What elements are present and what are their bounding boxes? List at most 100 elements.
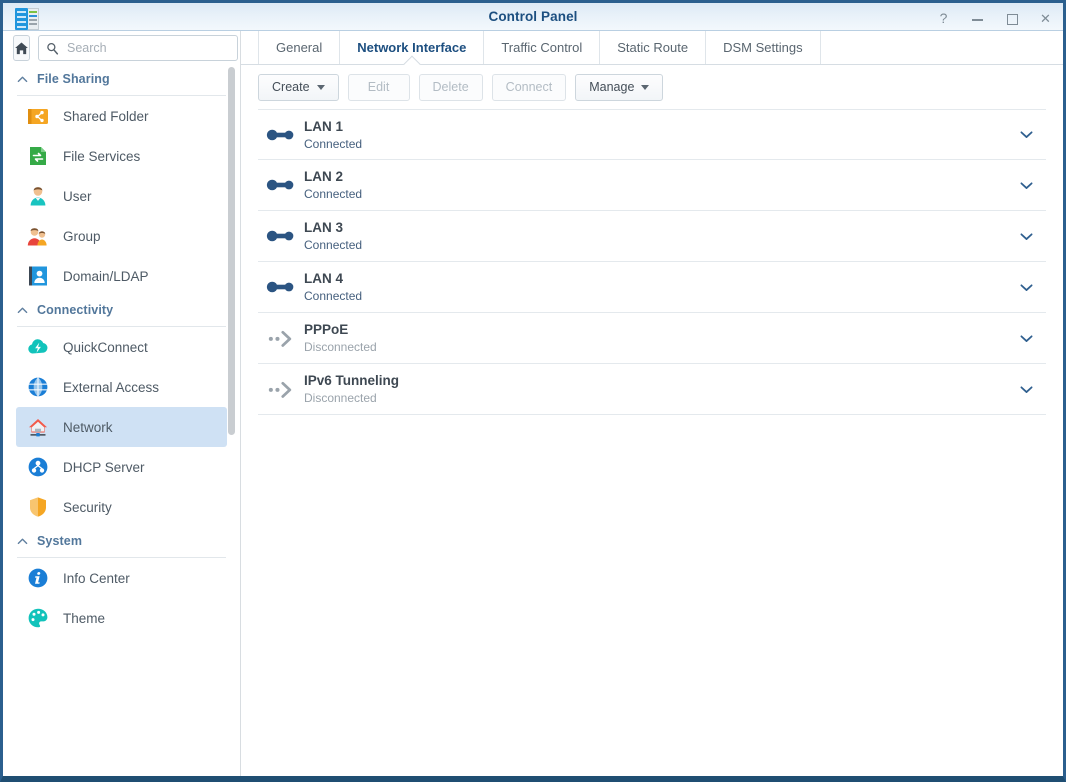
quickconnect-icon	[26, 335, 50, 359]
maximize-button[interactable]	[1004, 11, 1019, 26]
table-row[interactable]: PPPoE Disconnected	[258, 313, 1046, 364]
tab-traffic-control[interactable]: Traffic Control	[483, 31, 599, 64]
tab-bar: General Network Interface Traffic Control S…	[241, 31, 1063, 65]
close-button[interactable]	[1038, 11, 1053, 26]
window-controls	[936, 3, 1053, 34]
search-box[interactable]	[38, 35, 238, 61]
link-connected-icon	[258, 227, 304, 245]
shared-folder-icon	[26, 104, 50, 128]
sidebar-item-shared-folder[interactable]: Shared Folder	[16, 96, 227, 136]
minimize-button[interactable]	[970, 11, 985, 26]
sidebar-item-theme[interactable]: Theme	[16, 598, 227, 638]
sidebar-item-label: DHCP Server	[63, 459, 145, 475]
table-row[interactable]: LAN 2 Connected	[258, 160, 1046, 211]
sidebar-item-quickconnect[interactable]: QuickConnect	[16, 327, 227, 367]
sidebar-item-label: Security	[63, 499, 112, 515]
help-button[interactable]	[936, 11, 951, 26]
tab-dsm-settings[interactable]: DSM Settings	[705, 31, 821, 64]
interface-status: Disconnected	[304, 391, 377, 405]
expand-row-button[interactable]	[1006, 279, 1046, 296]
chevron-down-icon	[1020, 283, 1032, 291]
info-center-icon	[26, 566, 50, 590]
external-access-icon	[26, 375, 50, 399]
interface-status: Disconnected	[304, 340, 377, 354]
network-icon	[26, 415, 50, 439]
sidebar-item-label: Group	[63, 228, 101, 244]
search-input[interactable]	[65, 40, 230, 56]
title-bar: Control Panel	[3, 0, 1063, 34]
sidebar-item-external-access[interactable]: External Access	[16, 367, 227, 407]
manage-button[interactable]: Manage	[575, 73, 664, 101]
main-content: General Network Interface Traffic Control S…	[241, 31, 1063, 776]
sidebar-item-label: Domain/LDAP	[63, 268, 149, 284]
interface-info: LAN 1 Connected	[304, 119, 1006, 151]
interface-status: Connected	[304, 187, 363, 201]
chevron-down-icon	[1020, 334, 1032, 342]
security-icon	[26, 495, 50, 519]
sidebar-item-label: External Access	[63, 379, 160, 395]
sidebar-item-domain-ldap[interactable]: Domain/LDAP	[16, 256, 227, 296]
sidebar-item-label: Network	[63, 419, 113, 435]
chevron-up-icon	[17, 307, 28, 313]
link-connected-icon	[258, 278, 304, 296]
tab-label: Traffic Control	[501, 40, 583, 55]
button-label: Delete	[432, 80, 469, 94]
sidebar-section-connectivity[interactable]: Connectivity	[3, 296, 240, 324]
window-title: Control Panel	[488, 9, 578, 24]
sidebar-item-file-services[interactable]: File Services	[16, 136, 227, 176]
link-connected-icon	[258, 126, 304, 144]
expand-row-button[interactable]	[1006, 330, 1046, 347]
sidebar-item-label: Theme	[63, 610, 106, 626]
create-button[interactable]: Create	[258, 73, 339, 101]
button-label: Edit	[367, 80, 390, 94]
tab-static-route[interactable]: Static Route	[599, 31, 705, 64]
home-button[interactable]	[13, 35, 30, 61]
expand-row-button[interactable]	[1006, 228, 1046, 245]
table-row[interactable]: LAN 3 Connected	[258, 211, 1046, 262]
sidebar-header	[3, 31, 240, 65]
table-row[interactable]: LAN 1 Connected	[258, 109, 1046, 160]
sidebar-item-group[interactable]: Group	[16, 216, 227, 256]
interface-name: LAN 3	[304, 220, 344, 235]
interface-status: Connected	[304, 136, 363, 151]
sidebar-section-file-sharing[interactable]: File Sharing	[3, 65, 240, 93]
caret-down-icon	[641, 84, 650, 90]
button-label: Create	[272, 80, 310, 94]
interface-info: LAN 3 Connected	[304, 220, 1006, 252]
expand-row-button[interactable]	[1006, 126, 1046, 143]
sidebar-section-system[interactable]: System	[3, 527, 240, 555]
tab-label: Network Interface	[357, 40, 467, 55]
chevron-up-icon	[17, 538, 28, 544]
button-label: Connect	[505, 80, 553, 94]
dhcp-server-icon	[26, 455, 50, 479]
interface-name: PPPoE	[304, 322, 349, 337]
sidebar-scrollbar[interactable]	[228, 67, 235, 435]
group-icon	[26, 224, 50, 248]
tab-label: Static Route	[617, 40, 689, 55]
sidebar-item-security[interactable]: Security	[16, 487, 227, 527]
interface-status: Connected	[304, 289, 363, 303]
expand-row-button[interactable]	[1006, 177, 1046, 194]
sidebar-item-user[interactable]: User	[16, 176, 227, 216]
interface-info: PPPoE Disconnected	[304, 322, 1006, 354]
expand-row-button[interactable]	[1006, 381, 1046, 398]
sidebar-section-label: System	[37, 534, 83, 548]
chevron-down-icon	[1020, 385, 1032, 393]
chevron-up-icon	[17, 76, 28, 82]
table-row[interactable]: IPv6 Tunneling Disconnected	[258, 364, 1046, 415]
sidebar-section-label: Connectivity	[37, 303, 114, 317]
tab-label: General	[276, 40, 323, 55]
interface-info: LAN 4 Connected	[304, 271, 1006, 303]
sidebar-item-network[interactable]: Network	[16, 407, 227, 447]
sidebar-item-dhcp-server[interactable]: DHCP Server	[16, 447, 227, 487]
theme-icon	[26, 606, 50, 630]
tab-general[interactable]: General	[258, 31, 339, 64]
chevron-down-icon	[1020, 181, 1032, 189]
sidebar-item-info-center[interactable]: Info Center	[16, 558, 227, 598]
interface-name: LAN 1	[304, 118, 344, 134]
tab-network-interface[interactable]: Network Interface	[339, 31, 483, 64]
sidebar-section-label: File Sharing	[37, 72, 110, 86]
table-row[interactable]: LAN 4 Connected	[258, 262, 1046, 313]
domain-ldap-icon	[26, 264, 50, 288]
interface-name: LAN 2	[304, 169, 344, 184]
